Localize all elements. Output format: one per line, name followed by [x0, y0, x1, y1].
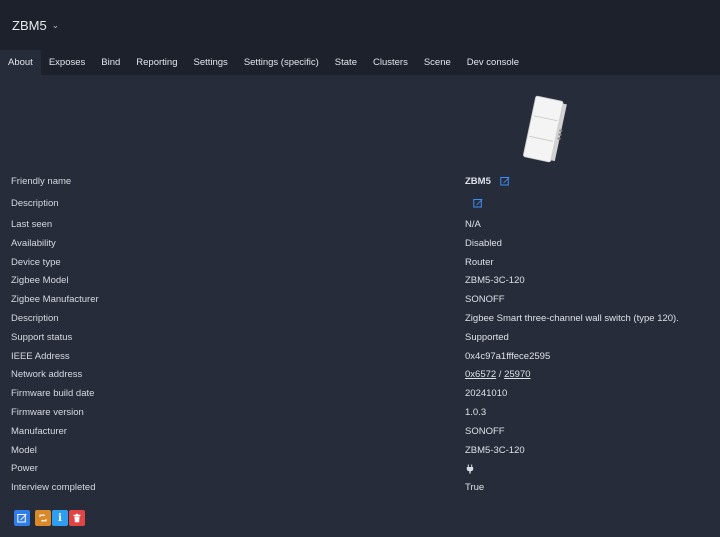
detail-label: Last seen: [11, 219, 53, 230]
detail-row-firmware-version: Firmware version 1.0.3: [0, 403, 720, 422]
firmware-version-value: 1.0.3: [465, 406, 487, 418]
refresh-icon: [39, 514, 47, 522]
tab-settings[interactable]: Settings: [185, 50, 235, 75]
info-icon: i: [58, 512, 62, 524]
edit-icon: [17, 514, 27, 523]
detail-label: Availability: [11, 237, 56, 249]
tab-clusters[interactable]: Clusters: [365, 50, 416, 75]
tab-reporting[interactable]: Reporting: [128, 50, 185, 75]
detail-row-manufacturer: Manufacturer SONOFF: [0, 422, 720, 441]
device-image: [523, 95, 567, 163]
remove-button[interactable]: [69, 510, 85, 526]
trash-icon: [73, 513, 81, 523]
detail-row-description: Description Zigbee Smart three-channel w…: [0, 309, 720, 328]
detail-row-zigbee-model: Zigbee Model ZBM5-3C-120: [0, 271, 720, 290]
interview-completed-value: True: [465, 482, 485, 494]
model-link[interactable]: ZBM5-3C-120: [465, 445, 525, 456]
last-seen-value: N/A: [465, 219, 481, 230]
device-selector[interactable]: ZBM5 ⌄: [12, 18, 59, 33]
tab-dev-console[interactable]: Dev console: [459, 50, 527, 75]
edit-icon[interactable]: [499, 176, 510, 186]
detail-label: Description: [11, 312, 59, 324]
detail-label: Support status: [11, 331, 73, 343]
detail-label: Interview completed: [11, 482, 96, 494]
detail-label: Model: [11, 444, 37, 456]
network-address-value: 0x6572 / 25970: [465, 369, 531, 380]
about-panel: Friendly name ZBM5 Description Last seen: [0, 75, 720, 537]
network-address-separator: /: [496, 369, 505, 381]
detail-label: Description: [11, 198, 59, 209]
device-type-value: Router: [465, 256, 494, 268]
support-status-value[interactable]: Supported: [465, 332, 509, 343]
detail-row-support-status: Support status Supported: [0, 328, 720, 347]
detail-label: IEEE Address: [11, 350, 70, 362]
network-address-hex[interactable]: 0x6572: [465, 369, 496, 380]
chevron-down-icon: ⌄: [51, 19, 60, 30]
manufacturer-link[interactable]: SONOFF: [465, 426, 505, 437]
tab-about[interactable]: About: [0, 50, 41, 75]
device-actions: i: [14, 510, 85, 526]
detail-label: Friendly name: [11, 176, 72, 187]
plug-icon: [466, 464, 474, 474]
interview-button[interactable]: i: [52, 510, 68, 526]
detail-label: Network address: [11, 369, 83, 381]
friendly-name-value: ZBM5: [465, 176, 510, 187]
detail-row-description-edit: Description: [0, 193, 720, 215]
top-bar: ZBM5 ⌄: [0, 0, 720, 50]
detail-label: Power: [11, 463, 38, 475]
detail-row-last-seen: Last seen N/A: [0, 215, 720, 234]
detail-row-firmware-build-date: Firmware build date 20241010: [0, 384, 720, 403]
rename-button[interactable]: [14, 510, 30, 526]
detail-row-device-type: Device type Router: [0, 253, 720, 272]
zigbee-manufacturer-value: SONOFF: [465, 294, 505, 306]
edit-icon[interactable]: [473, 198, 483, 208]
tab-scene[interactable]: Scene: [416, 50, 459, 75]
availability-link[interactable]: Disabled: [465, 238, 502, 249]
power-value: [465, 463, 475, 474]
detail-label: Manufacturer: [11, 425, 67, 437]
detail-label: Zigbee Manufacturer: [11, 294, 99, 306]
description-value: [465, 198, 483, 209]
network-address-dec[interactable]: 25970: [504, 369, 530, 380]
tab-bind[interactable]: Bind: [93, 50, 128, 75]
detail-row-power: Power: [0, 459, 720, 478]
detail-label: Device type: [11, 256, 61, 268]
detail-row-model: Model ZBM5-3C-120: [0, 441, 720, 460]
device-details: Friendly name ZBM5 Description Last seen: [0, 171, 720, 497]
tab-state[interactable]: State: [327, 50, 365, 75]
detail-row-interview-completed: Interview completed True: [0, 478, 720, 497]
ieee-address-value: 0x4c97a1fffece2595: [465, 350, 551, 362]
tab-exposes[interactable]: Exposes: [41, 50, 93, 75]
detail-label: Zigbee Model: [11, 275, 69, 287]
detail-row-network-address: Network address 0x6572 / 25970: [0, 365, 720, 384]
tab-bar: About Exposes Bind Reporting Settings Se…: [0, 50, 720, 75]
detail-label: Firmware version: [11, 406, 84, 418]
reconfigure-button[interactable]: [35, 510, 51, 526]
device-name: ZBM5: [12, 17, 47, 33]
detail-label: Firmware build date: [11, 388, 95, 400]
detail-row-friendly-name: Friendly name ZBM5: [0, 171, 720, 193]
description-text: Zigbee Smart three-channel wall switch (…: [465, 312, 679, 324]
friendly-name-text: ZBM5: [465, 176, 491, 187]
zigbee-model-value: ZBM5-3C-120: [465, 275, 525, 287]
tab-settings-specific[interactable]: Settings (specific): [236, 50, 327, 75]
detail-row-zigbee-manufacturer: Zigbee Manufacturer SONOFF: [0, 290, 720, 309]
detail-row-ieee-address: IEEE Address 0x4c97a1fffece2595: [0, 347, 720, 366]
detail-row-availability: Availability Disabled: [0, 234, 720, 253]
firmware-build-date-value: 20241010: [465, 388, 508, 400]
